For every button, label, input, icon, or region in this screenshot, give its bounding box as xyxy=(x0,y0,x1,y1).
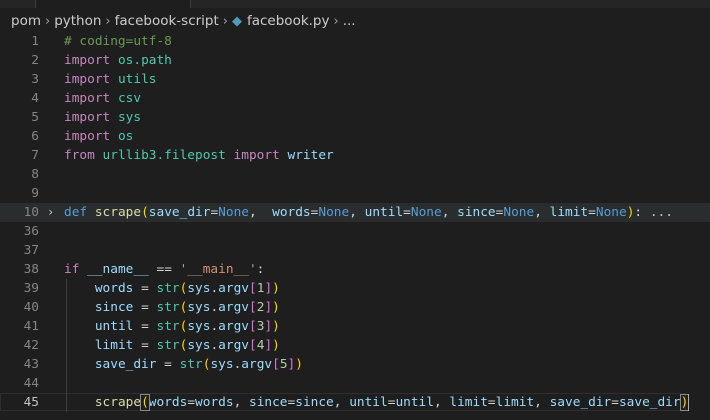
breadcrumb-item-pom[interactable]: pom xyxy=(11,13,41,29)
tab-active[interactable] xyxy=(35,0,190,8)
line-number: 39 xyxy=(23,281,39,296)
code-line[interactable]: 4 import csv xyxy=(0,89,710,108)
code-line[interactable]: 41 until = str(sys.argv[3]) xyxy=(0,317,710,336)
text-cursor xyxy=(688,394,689,411)
code-line[interactable]: 43 save_dir = str(sys.argv[5]) xyxy=(0,355,710,374)
line-number: 37 xyxy=(23,243,39,258)
line-number: 41 xyxy=(23,319,39,334)
line-number: 8 xyxy=(31,167,39,182)
breadcrumb-more[interactable]: ... xyxy=(343,13,356,29)
code-text: import utils xyxy=(64,72,157,87)
code-text: import csv xyxy=(64,91,142,106)
line-number: 36 xyxy=(23,224,39,239)
line-number: 4 xyxy=(31,91,39,106)
breadcrumb: pom › python › facebook-script › ◆ faceb… xyxy=(0,8,710,34)
code-line[interactable]: 36 xyxy=(0,222,710,241)
line-number: 5 xyxy=(31,110,39,125)
tab-divider xyxy=(190,0,191,8)
code-text: since = str(sys.argv[2]) xyxy=(94,300,280,315)
code-text: import os xyxy=(64,129,134,144)
code-line[interactable]: 42 limit = str(sys.argv[4]) xyxy=(0,336,710,355)
chevron-right-icon: › xyxy=(44,13,51,29)
code-text: def scrape(save_dir=None, words=None, un… xyxy=(64,205,673,220)
code-line[interactable]: 6 import os xyxy=(0,127,710,146)
code-line[interactable]: 9 xyxy=(0,184,710,203)
code-line[interactable]: 5 import sys xyxy=(0,108,710,127)
code-line[interactable]: 3 import utils xyxy=(0,70,710,89)
code-line[interactable]: 10 › def scrape(save_dir=None, words=None,… xyxy=(0,203,710,222)
code-text: limit = str(sys.argv[4]) xyxy=(94,338,280,353)
tab-divider xyxy=(35,0,36,8)
line-number: 6 xyxy=(31,129,39,144)
code-text: from urllib3.filepost import writer xyxy=(64,148,334,163)
python-file-icon: ◆ xyxy=(231,13,242,29)
code-line[interactable]: 38 if __name__ == '__main__': xyxy=(0,260,710,279)
line-number: 10 xyxy=(23,205,39,220)
line-number: 2 xyxy=(31,53,39,68)
chevron-right-icon: › xyxy=(105,13,111,29)
code-text: if __name__ == '__main__': xyxy=(64,262,265,277)
code-line[interactable]: 40 since = str(sys.argv[2]) xyxy=(0,298,710,317)
line-number: 9 xyxy=(31,186,39,201)
line-number: 7 xyxy=(31,148,39,163)
line-number: 44 xyxy=(23,376,39,391)
code-line[interactable]: 39 words = str(sys.argv[1]) xyxy=(0,279,710,298)
tab-strip xyxy=(0,0,710,8)
line-number: 45 xyxy=(23,395,39,410)
code-line[interactable]: 8 xyxy=(0,165,710,184)
code-line[interactable]: 7 from urllib3.filepost import writer xyxy=(0,146,710,165)
code-line[interactable]: 37 xyxy=(0,241,710,260)
code-text: import os.path xyxy=(64,53,172,68)
line-number: 38 xyxy=(23,262,39,277)
chevron-right-icon: › xyxy=(222,13,228,29)
line-number: 40 xyxy=(23,300,39,315)
code-line[interactable]: 45 scrape(words=words, since=since, unti… xyxy=(0,393,710,412)
breadcrumb-item-facebook-script[interactable]: facebook-script xyxy=(115,13,219,29)
code-text: import sys xyxy=(64,110,142,125)
fold-chevron-icon[interactable]: › xyxy=(47,203,54,222)
line-number: 1 xyxy=(31,34,39,49)
chevron-right-icon: › xyxy=(333,13,339,29)
code-line[interactable]: 1 # coding=utf-8 xyxy=(0,32,710,51)
code-line[interactable]: 44 xyxy=(0,374,710,393)
line-number: 3 xyxy=(31,72,39,87)
code-text: save_dir = str(sys.argv[5]) xyxy=(94,357,303,372)
code-line[interactable]: 2 import os.path xyxy=(0,51,710,70)
line-number: 43 xyxy=(23,357,39,372)
breadcrumb-item-file[interactable]: facebook.py xyxy=(247,13,330,29)
code-text: scrape(words=words, since=since, until=u… xyxy=(94,394,690,411)
code-text: # coding=utf-8 xyxy=(64,34,172,49)
line-number: 42 xyxy=(23,338,39,353)
indent-guide xyxy=(66,279,67,412)
code-editor[interactable]: 1 # coding=utf-8 2 import os.path 3 import ut… xyxy=(0,32,710,420)
code-text: words = str(sys.argv[1]) xyxy=(94,281,280,296)
breadcrumb-item-python[interactable]: python xyxy=(54,13,101,29)
code-text: until = str(sys.argv[3]) xyxy=(94,319,280,334)
